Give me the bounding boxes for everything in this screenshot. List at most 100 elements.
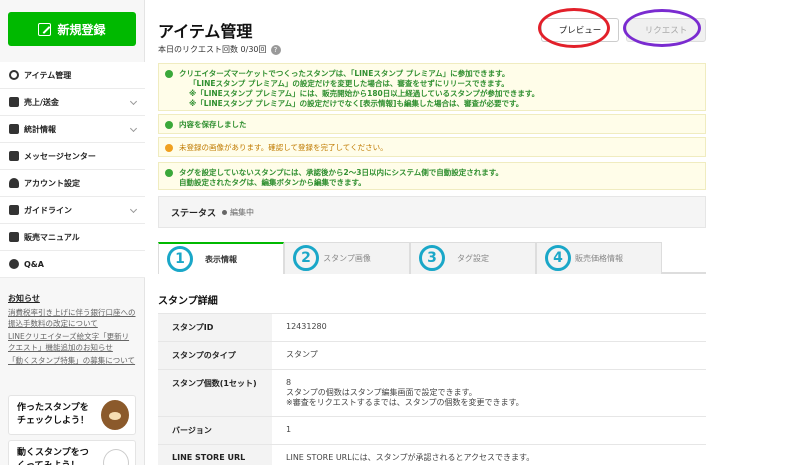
sidebar-item-item-management[interactable]: アイテム管理 <box>0 62 145 89</box>
banner-text: 動くスタンプをつくってみよう！ <box>17 448 89 465</box>
tab-label: スタンプ画像 <box>323 254 371 263</box>
row-value: 8 <box>286 378 292 387</box>
question-icon <box>9 259 19 269</box>
request-count-text: 本日のリクエスト回数 0/30回 <box>158 45 267 54</box>
sidebar-item-label: Q&A <box>24 259 44 269</box>
sidebar-item-message-center[interactable]: メッセージセンター <box>0 143 145 170</box>
check-circle-icon <box>165 121 173 129</box>
row-value-group: 8 スタンプの個数はスタンプ編集画面で設定できます。 ※審査をリクエストするまで… <box>272 370 706 416</box>
cony-bunny-icon <box>103 449 129 465</box>
tab-display-info[interactable]: 1 表示情報 <box>158 242 284 274</box>
unregistered-alert: 未登録の画像があります。確認して登録を完了してください。 <box>158 137 706 157</box>
sidebar-item-label: 統計情報 <box>24 124 56 134</box>
help-icon[interactable]: ? <box>270 44 281 55</box>
table-row: LINE STORE URL LINE STORE URLには、スタンプが承認さ… <box>158 445 706 465</box>
alert-line: タグを設定していないスタンプには、承認後から2～3日以内にシステム側で自動設定さ… <box>179 168 504 177</box>
tab-number-badge: 3 <box>419 245 445 271</box>
status-bar: ステータス 編集中 <box>158 196 706 228</box>
tab-label: タグ設定 <box>457 254 489 263</box>
gear-icon <box>9 70 19 80</box>
row-key: スタンプ個数(1セット) <box>158 370 272 416</box>
check-circle-icon <box>165 70 173 78</box>
new-registration-button[interactable]: 新規登録 <box>8 12 136 46</box>
sidebar-item-sales[interactable]: 売上/送金 <box>0 89 145 116</box>
sidebar-item-qa[interactable]: Q&A <box>0 251 145 278</box>
person-icon <box>9 178 19 188</box>
request-count: 本日のリクエスト回数 0/30回 ? <box>158 44 281 55</box>
chart-icon <box>9 124 19 134</box>
yen-icon <box>9 97 19 107</box>
status-dot-icon <box>222 209 228 215</box>
row-key: LINE STORE URL <box>158 445 272 465</box>
folder-icon <box>9 205 19 215</box>
tab-number-badge: 1 <box>167 246 193 272</box>
table-row: スタンプ個数(1セット) 8 スタンプの個数はスタンプ編集画面で設定できます。 … <box>158 370 706 417</box>
new-registration-label: 新規登録 <box>57 22 106 37</box>
tab-tag-settings[interactable]: 3 タグ設定 <box>410 242 536 274</box>
banner-text: 作ったスタンプをチェックしよう！ <box>17 403 90 426</box>
brown-bear-icon <box>101 400 129 430</box>
details-table: スタンプID 12431280 スタンプのタイプ スタンプ スタンプ個数(1セッ… <box>158 313 706 465</box>
edit-icon <box>38 22 52 36</box>
row-note: ※審査をリクエストするまでは、スタンプの個数を変更できます。 <box>286 398 524 407</box>
book-icon <box>9 232 19 242</box>
sidebar-item-label: ガイドライン <box>24 205 72 215</box>
notice-title[interactable]: お知らせ <box>8 293 40 304</box>
table-row: スタンプID 12431280 <box>158 314 706 342</box>
alert-line: 「LINEスタンプ プレミアム」の設定だけを変更した場合は、審査をせずにリリース… <box>189 79 509 88</box>
sidebar-item-account-settings[interactable]: アカウント設定 <box>0 170 145 197</box>
alert-line: 未登録の画像があります。確認して登録を完了してください。 <box>179 143 388 152</box>
row-key: スタンプのタイプ <box>158 342 272 369</box>
tab-bar: 1 表示情報 2 スタンプ画像 3 タグ設定 4 販売価格情報 <box>158 242 706 274</box>
check-stamp-banner[interactable]: 作ったスタンプをチェックしよう！ <box>8 395 136 435</box>
row-note: スタンプの個数はスタンプ編集画面で設定できます。 <box>286 388 477 397</box>
row-value: 12431280 <box>286 322 327 331</box>
sidebar-item-statistics[interactable]: 統計情報 <box>0 116 145 143</box>
page-title: アイテム管理 <box>158 22 253 41</box>
check-circle-icon <box>165 169 173 177</box>
tab-number-badge: 2 <box>293 245 319 271</box>
warning-icon <box>165 144 173 152</box>
section-title: スタンプ詳細 <box>158 296 218 307</box>
tab-label: 表示情報 <box>205 254 237 264</box>
table-row: バージョン 1 <box>158 417 706 445</box>
tab-stamp-images[interactable]: 2 スタンプ画像 <box>284 242 410 274</box>
tab-label: 販売価格情報 <box>575 254 623 263</box>
notice-link[interactable]: 消費税率引き上げに伴う銀行口座への振込手数料の改定について <box>8 307 136 329</box>
sidebar-item-guidelines[interactable]: ガイドライン <box>0 197 145 224</box>
sidebar-item-sales-manual[interactable]: 販売マニュアル <box>0 224 145 251</box>
premium-alert: クリエイターズマーケットでつくったスタンプは、「LINEスタンプ プレミアム」に… <box>158 63 706 111</box>
chevron-down-icon <box>129 97 138 106</box>
sidebar-item-label: メッセージセンター <box>24 151 96 161</box>
alert-line: 内容を保存しました <box>179 120 247 129</box>
status-value: 編集中 <box>230 207 255 217</box>
animated-stamp-banner[interactable]: 動くスタンプをつくってみよう！ <box>8 440 136 465</box>
saved-alert: 内容を保存しました <box>158 114 706 134</box>
alert-line: クリエイターズマーケットでつくったスタンプは、「LINEスタンプ プレミアム」に… <box>179 69 510 78</box>
row-key: バージョン <box>158 417 272 444</box>
sidebar: 新規登録 アイテム管理 売上/送金 統計情報 メッセージセンター アカウント設定… <box>0 0 145 465</box>
tab-sales-price[interactable]: 4 販売価格情報 <box>536 242 662 274</box>
alert-line: ※「LINEスタンプ プレミアム」には、販売開始から180日以上経過しているスタ… <box>189 89 540 98</box>
sidebar-item-label: アカウント設定 <box>24 178 80 188</box>
row-value: LINE STORE URLには、スタンプが承認されるとアクセスできます。 <box>286 453 535 462</box>
row-value: スタンプ <box>286 350 318 359</box>
notice-link[interactable]: LINEクリエイターズ絵文字「更新リクエスト」機能追加のお知らせ <box>8 331 136 353</box>
row-value: 1 <box>286 425 292 434</box>
mail-icon <box>9 151 19 161</box>
status-label: ステータス <box>171 208 217 219</box>
row-key: スタンプID <box>158 314 272 341</box>
alert-line: 自動設定されたタグは、編集ボタンから編集できます。 <box>179 178 366 187</box>
notice-link[interactable]: 「動くスタンプ特集」の募集について <box>8 355 136 366</box>
table-row: スタンプのタイプ スタンプ <box>158 342 706 370</box>
sidebar-item-label: アイテム管理 <box>24 70 72 80</box>
chevron-down-icon <box>129 124 138 133</box>
alert-line: ※「LINEスタンプ プレミアム」の設定だけでなく[表示情報]も編集した場合は、… <box>189 99 524 108</box>
tags-alert: タグを設定していないスタンプには、承認後から2～3日以内にシステム側で自動設定さ… <box>158 162 706 190</box>
request-button[interactable]: リクエスト <box>626 18 706 42</box>
chevron-down-icon <box>129 205 138 214</box>
sidebar-item-label: 売上/送金 <box>24 97 59 107</box>
sidebar-item-label: 販売マニュアル <box>24 232 80 242</box>
preview-button[interactable]: プレビュー <box>541 18 619 42</box>
tab-number-badge: 4 <box>545 245 571 271</box>
